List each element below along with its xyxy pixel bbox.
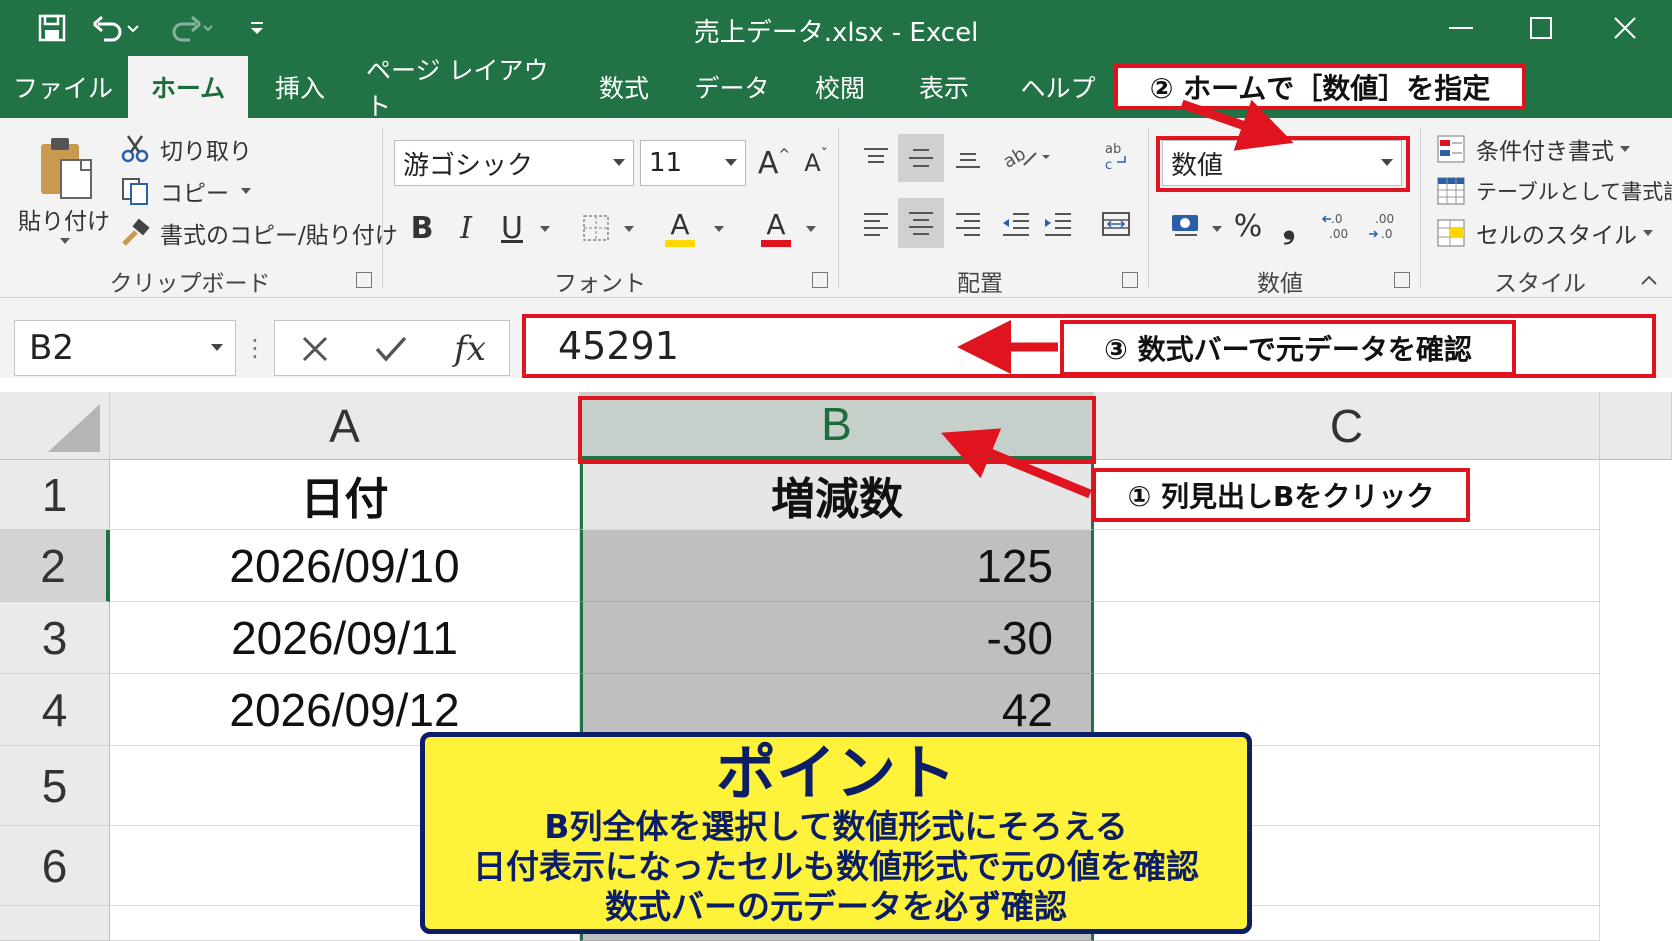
point-box: ポイント B列全体を選択して数値形式にそろえる 日付表示になったセルも数値形式で… <box>420 732 1252 934</box>
step1-arrow <box>941 428 1092 499</box>
point-title: ポイント <box>716 739 956 809</box>
point-line-2: 日付表示になったセルも数値形式で元の値を確認 <box>473 847 1199 886</box>
point-line-1: B列全体を選択して数値形式にそろえる <box>544 807 1128 846</box>
point-line-3: 数式バーの元データを必ず確認 <box>605 887 1067 926</box>
step2-arrow <box>1180 99 1294 151</box>
